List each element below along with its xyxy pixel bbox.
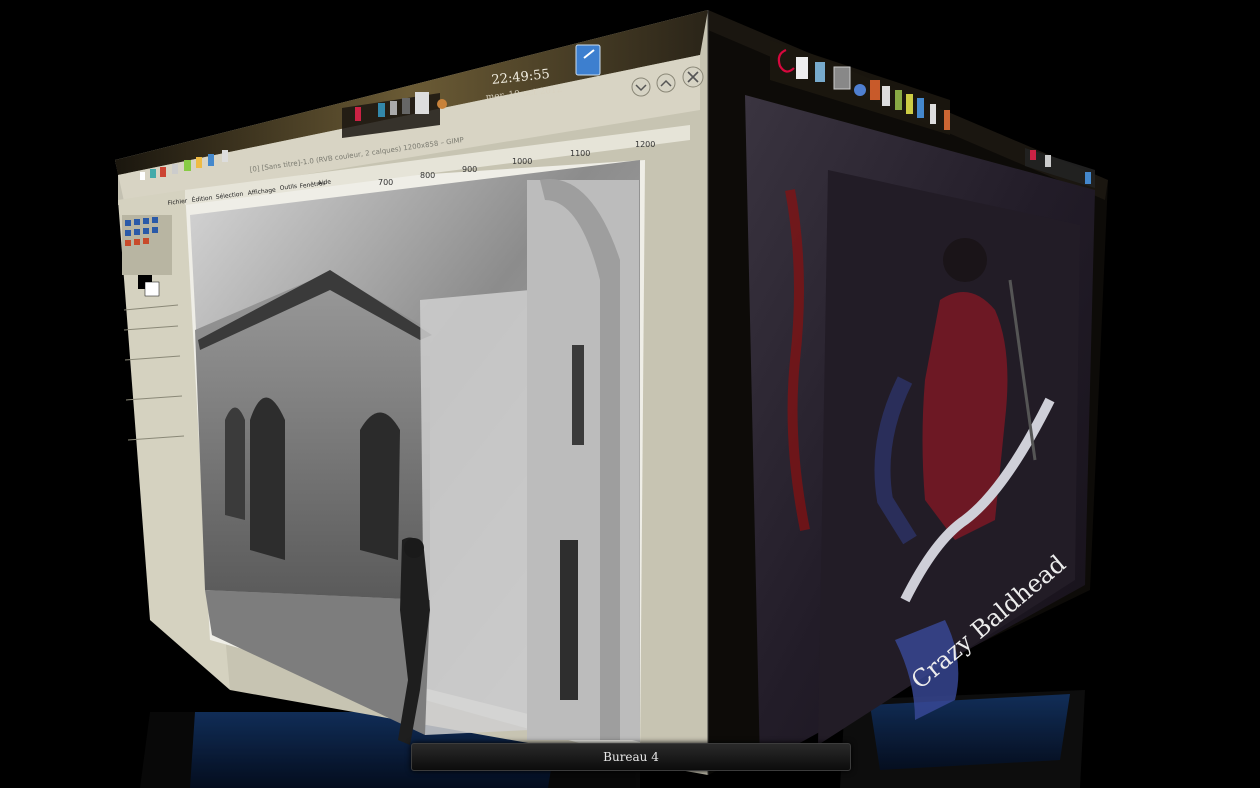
app-icon[interactable]	[1045, 155, 1051, 167]
app-icon[interactable]	[222, 150, 228, 162]
app-icon[interactable]	[882, 86, 890, 106]
minimize-button[interactable]	[631, 77, 651, 97]
app-icon[interactable]	[355, 107, 361, 121]
app-icon[interactable]	[378, 103, 385, 117]
ruler-tick-label: 700	[378, 178, 393, 187]
files-icon[interactable]	[796, 57, 808, 79]
app-icon[interactable]	[196, 157, 202, 168]
show-desktop-icon[interactable]	[575, 44, 601, 76]
monitor-icon[interactable]	[833, 66, 851, 90]
app-icon[interactable]	[390, 101, 397, 115]
network-icon[interactable]	[895, 90, 902, 110]
cube-face-gimp[interactable]: 700 800 900 1000 1100 1200 [0] [Sans tit…	[115, 10, 708, 775]
active-window-thumbnail[interactable]	[415, 92, 429, 114]
ruler-tick-label: 1200	[635, 140, 655, 149]
desktop-name-label: Bureau 4	[411, 743, 851, 771]
app-icon[interactable]	[150, 169, 156, 178]
app-icon[interactable]	[208, 154, 214, 166]
app-icon[interactable]	[172, 164, 178, 174]
ruler-tick-label: 800	[420, 171, 435, 180]
app-icon[interactable]	[1085, 172, 1091, 184]
app-icon[interactable]	[140, 172, 145, 180]
ruler-tick-label: 1100	[570, 149, 590, 158]
chat-icon[interactable]	[917, 98, 924, 118]
maximize-button[interactable]	[656, 73, 676, 93]
browser-icon[interactable]	[854, 84, 866, 96]
app-icon[interactable]	[160, 167, 166, 177]
office-icon[interactable]	[870, 80, 880, 100]
terminal-icon[interactable]	[815, 62, 825, 82]
app-icon[interactable]	[930, 104, 936, 124]
close-button[interactable]	[682, 66, 704, 88]
ruler-tick-label: 1000	[512, 157, 532, 166]
ruler-tick-label: 900	[462, 165, 477, 174]
app-icon[interactable]	[1030, 150, 1036, 160]
cube-face-video[interactable]: Crazy Baldhead	[708, 10, 1108, 775]
status-icon[interactable]	[437, 99, 447, 109]
app-icon[interactable]	[402, 98, 410, 114]
app-icon[interactable]	[944, 110, 950, 130]
cube-scene: 700 800 900 1000 1100 1200 [0] [Sans tit…	[115, 10, 1108, 788]
audio-icon[interactable]	[906, 94, 913, 114]
app-icon[interactable]	[184, 160, 191, 171]
desktop-cube-view: 700 800 900 1000 1100 1200 [0] [Sans tit…	[0, 0, 1260, 788]
